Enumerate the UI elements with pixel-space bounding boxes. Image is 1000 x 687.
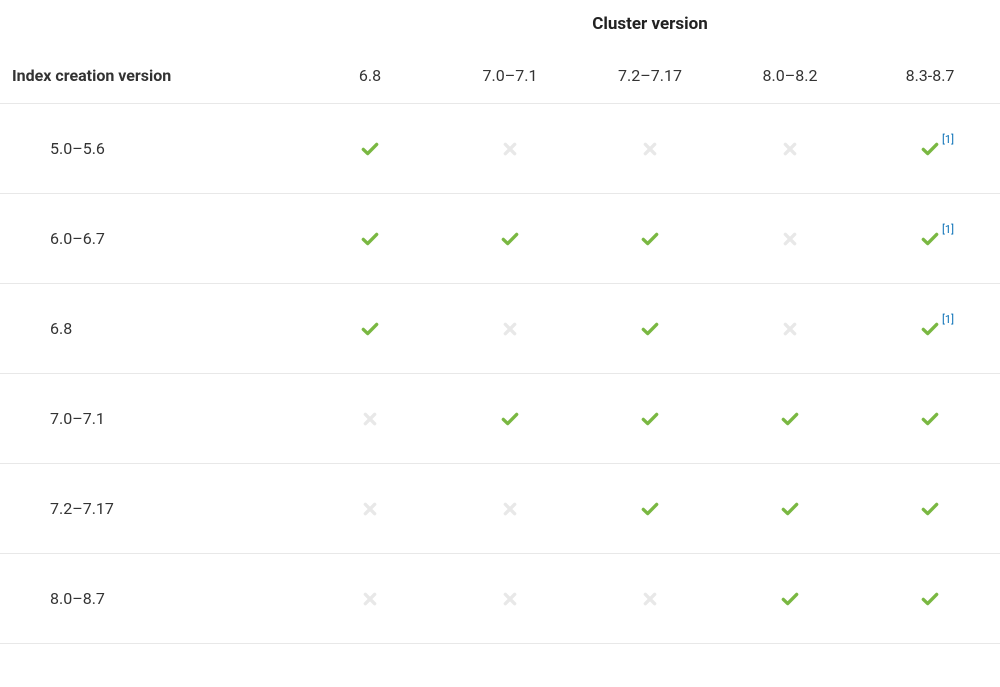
check-icon (640, 499, 660, 519)
compatibility-cell (440, 591, 580, 607)
check-icon (920, 139, 940, 159)
check-icon (640, 229, 660, 249)
compatibility-cell (720, 231, 860, 247)
check-icon (640, 319, 660, 339)
check-icon (360, 319, 380, 339)
compatibility-cell (720, 409, 860, 429)
row-label: 8.0–8.7 (0, 589, 300, 608)
cross-icon (642, 591, 658, 607)
compatibility-cell (300, 591, 440, 607)
compatibility-cell (300, 229, 440, 249)
compatibility-cell (720, 499, 860, 519)
compatibility-cell (440, 409, 580, 429)
compatibility-cell (860, 499, 1000, 519)
compatibility-cell (860, 409, 1000, 429)
cross-icon (362, 501, 378, 517)
cross-icon (502, 321, 518, 337)
row-label: 7.2–7.17 (0, 499, 300, 518)
table-row: 8.0–8.7 (0, 554, 1000, 644)
check-icon (780, 499, 800, 519)
row-label: 7.0–7.1 (0, 409, 300, 428)
cross-icon (782, 141, 798, 157)
row-label: 6.0–6.7 (0, 229, 300, 248)
compatibility-cell (300, 501, 440, 517)
compatibility-cell (580, 591, 720, 607)
column-header: 7.0–7.1 (440, 66, 580, 85)
compatibility-cell (580, 409, 720, 429)
compatibility-cell (580, 229, 720, 249)
column-header: 7.2–7.17 (580, 66, 720, 85)
compatibility-table: Cluster version Index creation version 6… (0, 0, 1000, 644)
compatibility-cell (580, 141, 720, 157)
table-row: 7.2–7.17 (0, 464, 1000, 554)
check-icon (780, 589, 800, 609)
check-icon (500, 409, 520, 429)
footnote-link[interactable]: [1] (942, 223, 954, 236)
row-label: 6.8 (0, 319, 300, 338)
check-icon (360, 139, 380, 159)
table-row: 5.0–5.6 [1] (0, 104, 1000, 194)
compatibility-cell (440, 229, 580, 249)
table-row: 6.0–6.7 [1] (0, 194, 1000, 284)
compatibility-cell: [1] (860, 319, 1000, 339)
check-icon (360, 229, 380, 249)
cross-icon (502, 591, 518, 607)
check-icon (920, 409, 940, 429)
compatibility-cell (860, 589, 1000, 609)
compatibility-cell (440, 141, 580, 157)
compatibility-cell (580, 319, 720, 339)
cluster-version-header: Cluster version (0, 14, 1000, 34)
compatibility-cell (300, 411, 440, 427)
compatibility-cell (300, 139, 440, 159)
check-icon (780, 409, 800, 429)
footnote-link[interactable]: [1] (942, 133, 954, 146)
check-icon (640, 409, 660, 429)
check-icon (920, 499, 940, 519)
compatibility-cell (720, 141, 860, 157)
cross-icon (362, 591, 378, 607)
compatibility-cell (720, 589, 860, 609)
cross-icon (362, 411, 378, 427)
compatibility-cell (440, 321, 580, 337)
compatibility-cell (300, 319, 440, 339)
compatibility-cell: [1] (860, 229, 1000, 249)
compatibility-cell (440, 501, 580, 517)
table-row: 6.8 [1] (0, 284, 1000, 374)
table-header-row: Index creation version 6.8 7.0–7.1 7.2–7… (0, 48, 1000, 104)
row-label: 5.0–5.6 (0, 139, 300, 158)
column-header: 6.8 (300, 66, 440, 85)
table-row: 7.0–7.1 (0, 374, 1000, 464)
cross-icon (642, 141, 658, 157)
cross-icon (502, 141, 518, 157)
compatibility-cell: [1] (860, 139, 1000, 159)
compatibility-cell (580, 499, 720, 519)
compatibility-cell (720, 321, 860, 337)
check-icon (920, 319, 940, 339)
footnote-link[interactable]: [1] (942, 313, 954, 326)
table-super-header-row: Cluster version (0, 0, 1000, 48)
cross-icon (502, 501, 518, 517)
check-icon (920, 229, 940, 249)
row-header-label: Index creation version (0, 66, 300, 85)
check-icon (500, 229, 520, 249)
cross-icon (782, 321, 798, 337)
column-header: 8.0–8.2 (720, 66, 860, 85)
column-header: 8.3-8.7 (860, 66, 1000, 85)
check-icon (920, 589, 940, 609)
cross-icon (782, 231, 798, 247)
